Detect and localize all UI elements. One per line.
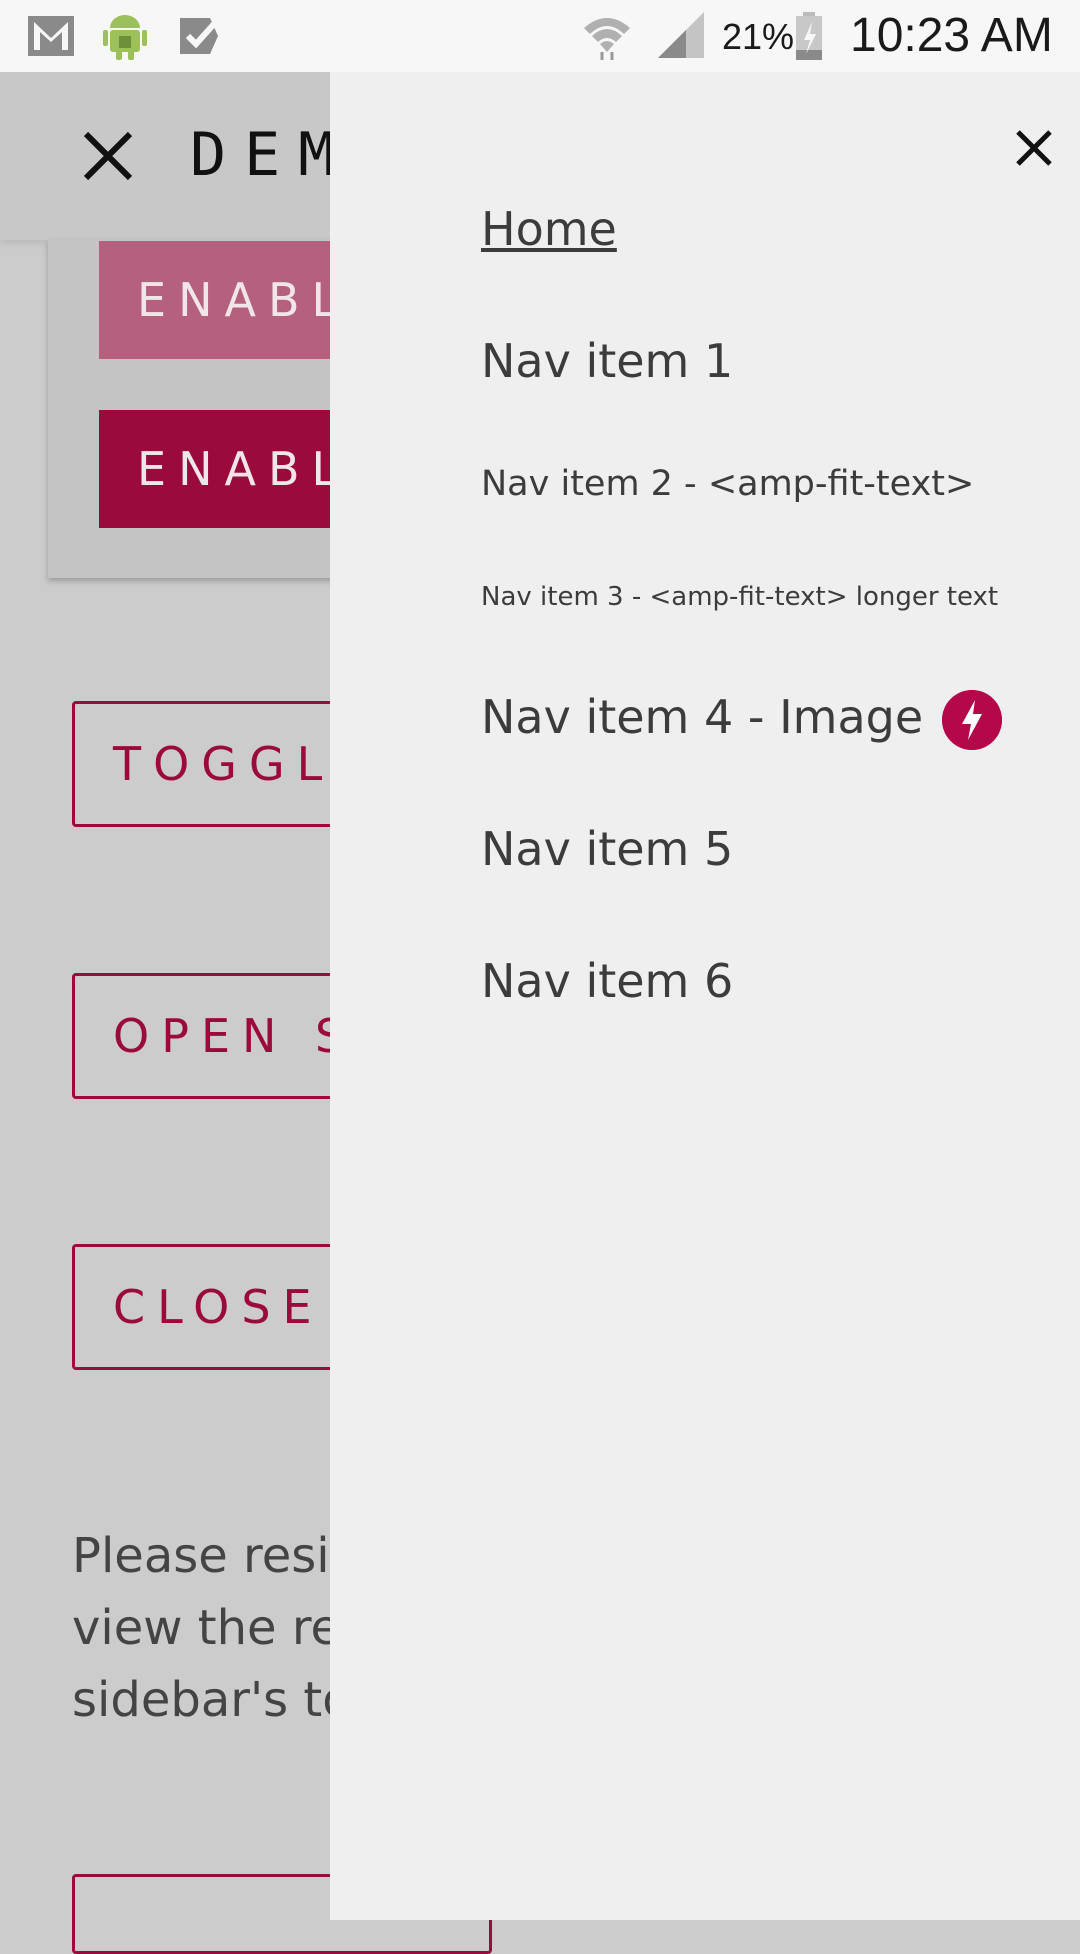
status-bar: 21% 10:23 AM	[0, 0, 1080, 72]
task-check-icon	[180, 18, 218, 54]
clock: 10:23 AM	[850, 9, 1053, 62]
nav-item-6[interactable]: Nav item 6	[481, 954, 733, 1008]
nav-item-1[interactable]: Nav item 1	[481, 334, 733, 388]
amp-lightning-icon	[942, 690, 1002, 750]
close-icon[interactable]	[1014, 128, 1054, 168]
android-icon	[103, 15, 147, 60]
battery-percent: 21%	[722, 16, 795, 57]
signal-icon	[658, 12, 704, 58]
nav-item-2[interactable]: Nav item 2 - <amp-fit-text>	[481, 464, 974, 504]
nav-item-3[interactable]: Nav item 3 - <amp-fit-text> longer text	[481, 582, 998, 612]
menu-close-icon[interactable]	[80, 128, 136, 184]
sidebar: Home Nav item 1 Nav item 2 - <amp-fit-te…	[330, 72, 1080, 1920]
page-title: DEM	[190, 120, 353, 190]
nav-item-4[interactable]: Nav item 4 - Image	[481, 690, 923, 744]
nav-item-5[interactable]: Nav item 5	[481, 822, 733, 876]
nav-item-home[interactable]: Home	[481, 202, 617, 256]
wifi-icon	[584, 18, 630, 60]
gmail-icon	[28, 16, 74, 56]
battery-icon	[796, 12, 822, 60]
